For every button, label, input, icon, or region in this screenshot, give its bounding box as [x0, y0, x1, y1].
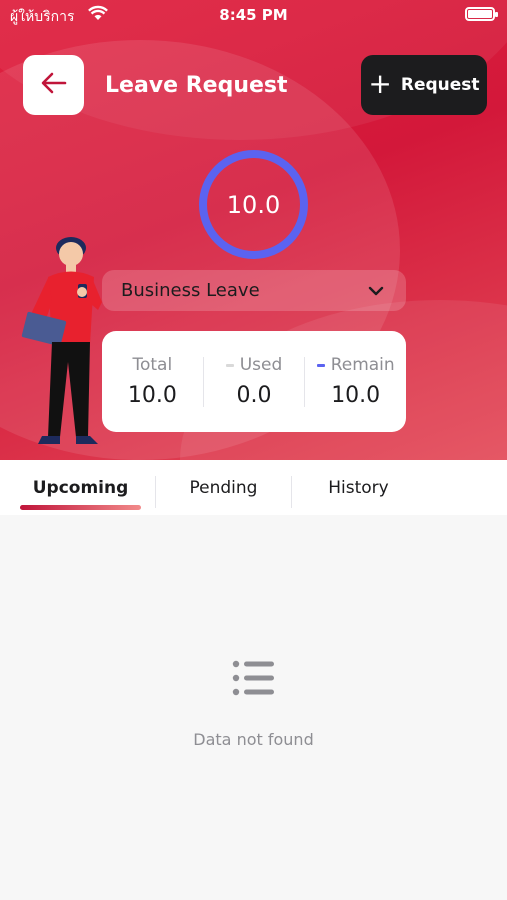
- chevron-down-icon: [368, 280, 384, 301]
- used-marker-icon: [225, 363, 234, 367]
- stat-value: 10.0: [331, 383, 381, 408]
- remain-marker-icon: [316, 363, 325, 367]
- stat-remain: Remain 10.0: [305, 355, 406, 408]
- stat-label: Remain: [330, 355, 395, 375]
- request-button-label: Request: [400, 75, 480, 95]
- stat-used: Used 0.0: [204, 355, 305, 408]
- back-button[interactable]: [23, 55, 84, 115]
- clock: 8:45 PM: [219, 6, 288, 24]
- leave-stats-card: Total 10.0 Used 0.0 Remain 10.0: [102, 331, 406, 432]
- stat-label: Total: [132, 355, 173, 375]
- plus-icon: +: [368, 66, 392, 100]
- list-icon: [232, 660, 276, 700]
- tab-divider: [291, 476, 292, 508]
- page-title: Leave Request: [105, 73, 288, 98]
- stat-value: 0.0: [236, 383, 272, 408]
- stat-label: Used: [239, 355, 283, 375]
- battery-icon: [465, 7, 498, 21]
- stat-total: Total 10.0: [102, 355, 203, 408]
- leave-type-value: Business Leave: [121, 280, 260, 301]
- stat-value: 10.0: [127, 383, 177, 408]
- arrow-left-icon: [41, 72, 67, 98]
- tab-upcoming[interactable]: Upcoming: [20, 478, 141, 498]
- empty-state: Data not found: [0, 660, 507, 749]
- active-tab-indicator: [20, 505, 141, 510]
- tab-divider: [155, 476, 156, 508]
- new-request-button[interactable]: + Request: [361, 55, 487, 115]
- leave-type-dropdown[interactable]: Business Leave: [102, 270, 406, 311]
- tab-history[interactable]: History: [298, 478, 419, 498]
- balance-ring: 10.0: [199, 150, 308, 259]
- tab-pending[interactable]: Pending: [163, 478, 284, 498]
- empty-message: Data not found: [193, 730, 314, 749]
- balance-value: 10.0: [226, 190, 281, 219]
- status-bar: ผู้ให้บริการ 8:45 PM: [0, 0, 507, 30]
